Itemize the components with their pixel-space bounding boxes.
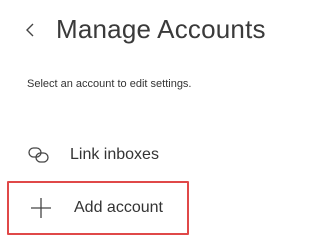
manage-accounts-panel: Manage Accounts Select an account to edi… <box>0 0 319 244</box>
back-button[interactable] <box>18 18 42 46</box>
chevron-left-icon <box>25 22 35 43</box>
page-title: Manage Accounts <box>56 14 266 44</box>
link-inboxes-label: Link inboxes <box>70 146 159 163</box>
link-inboxes-item[interactable]: Link inboxes <box>25 141 159 169</box>
add-account-label: Add account <box>74 199 163 216</box>
add-account-button[interactable]: Add account <box>7 181 189 235</box>
link-icon <box>25 141 53 169</box>
plus-icon <box>27 194 55 222</box>
instruction-text: Select an account to edit settings. <box>27 78 192 90</box>
